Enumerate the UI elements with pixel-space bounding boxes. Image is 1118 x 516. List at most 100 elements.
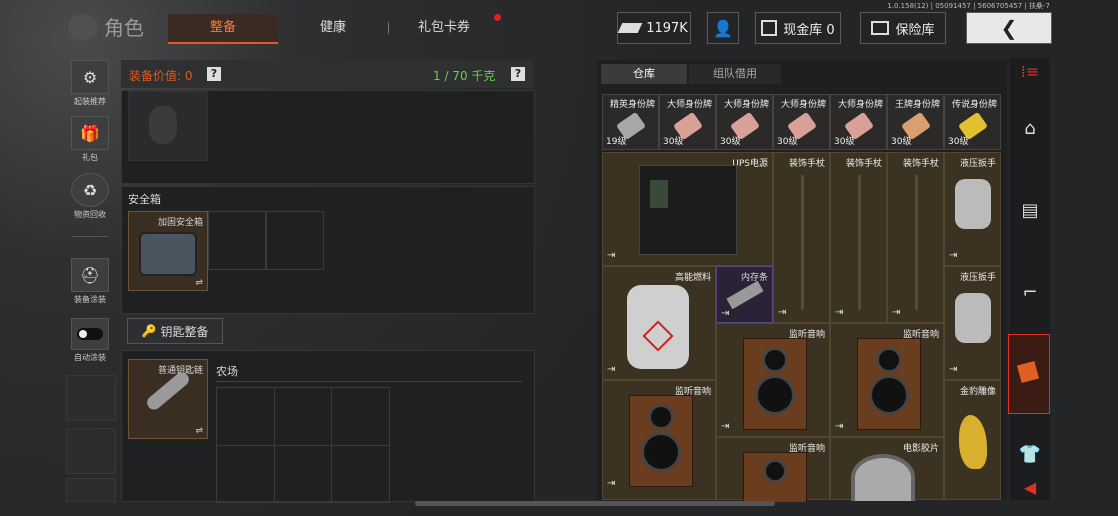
ups-icon	[639, 165, 737, 255]
item-monitor-speaker[interactable]: 监听音响 ⇥	[602, 380, 716, 500]
safe-box-slot[interactable]: 加固安全箱 ⇌	[128, 211, 208, 291]
film-reel-icon	[851, 454, 915, 501]
insurance-vault-button[interactable]: 保险库	[860, 12, 946, 44]
rail-auto-skin[interactable]: 自动涂装	[66, 318, 114, 363]
tag-card[interactable]: 大师身份牌 30级	[716, 94, 773, 150]
rail-empty-slot	[66, 375, 116, 421]
safe-grid-cell[interactable]	[208, 211, 267, 270]
rail-empty-slot	[66, 478, 116, 502]
tag-card[interactable]: 传说身份牌 30级	[944, 94, 1001, 150]
item-hydraulic-wrench[interactable]: 液压扳手 ⇥	[944, 266, 1001, 380]
move-icon: ⇥	[607, 478, 616, 489]
speaker-icon	[857, 338, 921, 430]
tag-card[interactable]: 王牌身份牌 30级	[887, 94, 944, 150]
tag-card[interactable]: 大师身份牌 30级	[830, 94, 887, 150]
help-icon[interactable]: ?	[207, 67, 221, 81]
swap-icon: ⇌	[195, 426, 203, 436]
item-high-energy-fuel[interactable]: 高能燃料 ⇥	[602, 266, 716, 380]
item-monitor-speaker[interactable]: 监听音响 ⇥	[830, 323, 944, 437]
safe-box-item-label: 加固安全箱	[157, 218, 203, 228]
equipment-panel	[121, 90, 535, 184]
tag-card[interactable]: 大师身份牌 30级	[773, 94, 830, 150]
rail-divider	[72, 236, 108, 237]
rail-recycle[interactable]: ♻ 物资回收	[66, 173, 114, 220]
cash-vault-button[interactable]: 现金库 0	[755, 12, 841, 44]
item-film-reel[interactable]: 电影胶片	[830, 437, 944, 501]
item-hydraulic-wrench[interactable]: 液压扳手 ⇥	[944, 152, 1001, 266]
move-icon: ⇥	[835, 421, 844, 432]
rail-gift[interactable]: 🎁 礼包	[66, 116, 114, 163]
key-chain-slot[interactable]: 普通钥匙链 ⇌	[128, 359, 208, 439]
rail-empty-slot	[66, 428, 116, 474]
tab-gift-coupons[interactable]: 礼包卡券	[396, 14, 492, 42]
item-monitor-speaker[interactable]: 监听音响	[716, 437, 830, 502]
collapse-left-icon[interactable]: ◀	[1010, 478, 1050, 497]
item-monitor-speaker[interactable]: 监听音响 ⇥	[716, 323, 830, 437]
move-icon: ⇥	[607, 250, 616, 261]
wrench-icon	[955, 293, 991, 343]
tab-health[interactable]: 健康	[285, 14, 381, 42]
character-icon	[68, 13, 98, 40]
safe-box-panel: 安全箱 加固安全箱 ⇌	[121, 186, 535, 314]
recycle-icon: ♻	[71, 173, 109, 207]
key-area-label: 农场	[216, 365, 238, 378]
safe-icon	[871, 21, 890, 35]
tab-warehouse[interactable]: 仓库	[601, 64, 687, 84]
cash-icon	[617, 23, 643, 33]
item-gold-leopard-statue[interactable]: 金豹雕像	[944, 380, 1001, 500]
item-cane[interactable]: 装饰手杖 ⇥	[773, 152, 830, 323]
back-button[interactable]: ❮	[966, 12, 1052, 44]
key-panel: 普通钥匙链 ⇌ 农场	[121, 350, 535, 503]
safe-case-icon	[139, 232, 197, 276]
key-loadout-button[interactable]: 🔑 钥匙整备	[127, 318, 223, 344]
move-icon: ⇥	[607, 364, 616, 375]
rail-skin[interactable]: ⛑ 装备涂装	[66, 258, 114, 305]
ram-icon	[726, 280, 764, 310]
divider	[216, 381, 522, 382]
rifle-icon[interactable]: ⌐	[1010, 282, 1050, 303]
equipment-value: 装备价值: 0	[129, 69, 193, 83]
speaker-icon	[743, 338, 807, 430]
gift-icon: 🎁	[71, 116, 109, 150]
safe-grid-cell[interactable]	[265, 211, 324, 270]
key-icon: 🔑	[141, 324, 157, 338]
gun-icon: ⚙	[71, 60, 109, 94]
cane-icon	[858, 175, 861, 310]
speaker-icon	[629, 395, 693, 487]
item-cane[interactable]: 装饰手杖 ⇥	[830, 152, 887, 323]
home-icon[interactable]: ⌂	[1010, 118, 1050, 139]
tab-divider	[388, 22, 389, 34]
swap-icon: ⇌	[195, 278, 203, 288]
move-icon: ⇥	[721, 308, 730, 319]
tab-equipment[interactable]: 整备	[168, 14, 278, 44]
weight-label: 1 / 70 千克	[433, 69, 496, 83]
category-box-active[interactable]	[1008, 334, 1050, 414]
grenade-icon	[149, 106, 177, 144]
fuel-tank-icon	[627, 285, 689, 369]
key-grid[interactable]	[216, 387, 390, 503]
rail-loadout-recommend[interactable]: ⚙ 起装推荐	[66, 60, 114, 107]
horizontal-scrollbar[interactable]	[415, 501, 775, 506]
profile-button[interactable]: 👤	[707, 12, 739, 44]
tab-team-borrow[interactable]: 组队借用	[689, 64, 781, 84]
move-icon: ⇥	[949, 250, 958, 261]
equipment-slot[interactable]	[128, 91, 208, 161]
storage-icon[interactable]: ▤	[1010, 200, 1050, 221]
vault-icon	[761, 20, 778, 36]
move-icon: ⇥	[721, 421, 730, 432]
item-cane[interactable]: 装饰手杖 ⇥	[887, 152, 944, 323]
move-icon: ⇥	[778, 307, 787, 318]
shirt-icon[interactable]: 👕	[1010, 444, 1050, 465]
cane-icon	[915, 175, 918, 310]
tag-card[interactable]: 大师身份牌 30级	[659, 94, 716, 150]
item-ram[interactable]: 内存条 ⇥	[716, 266, 773, 323]
tag-card[interactable]: 精英身份牌 19级	[602, 94, 659, 150]
help-icon[interactable]: ?	[511, 67, 525, 81]
filter-icon[interactable]: ⁞≡	[1010, 62, 1050, 81]
box-icon	[1016, 360, 1040, 384]
item-ups-power[interactable]: UPS电源 ⇥	[602, 152, 773, 266]
equipment-header: 装备价值: 0 ? 1 / 70 千克 ?	[121, 60, 533, 88]
speaker-icon	[743, 452, 807, 502]
currency-display[interactable]: 1197K	[617, 12, 691, 44]
cane-icon	[801, 175, 804, 310]
